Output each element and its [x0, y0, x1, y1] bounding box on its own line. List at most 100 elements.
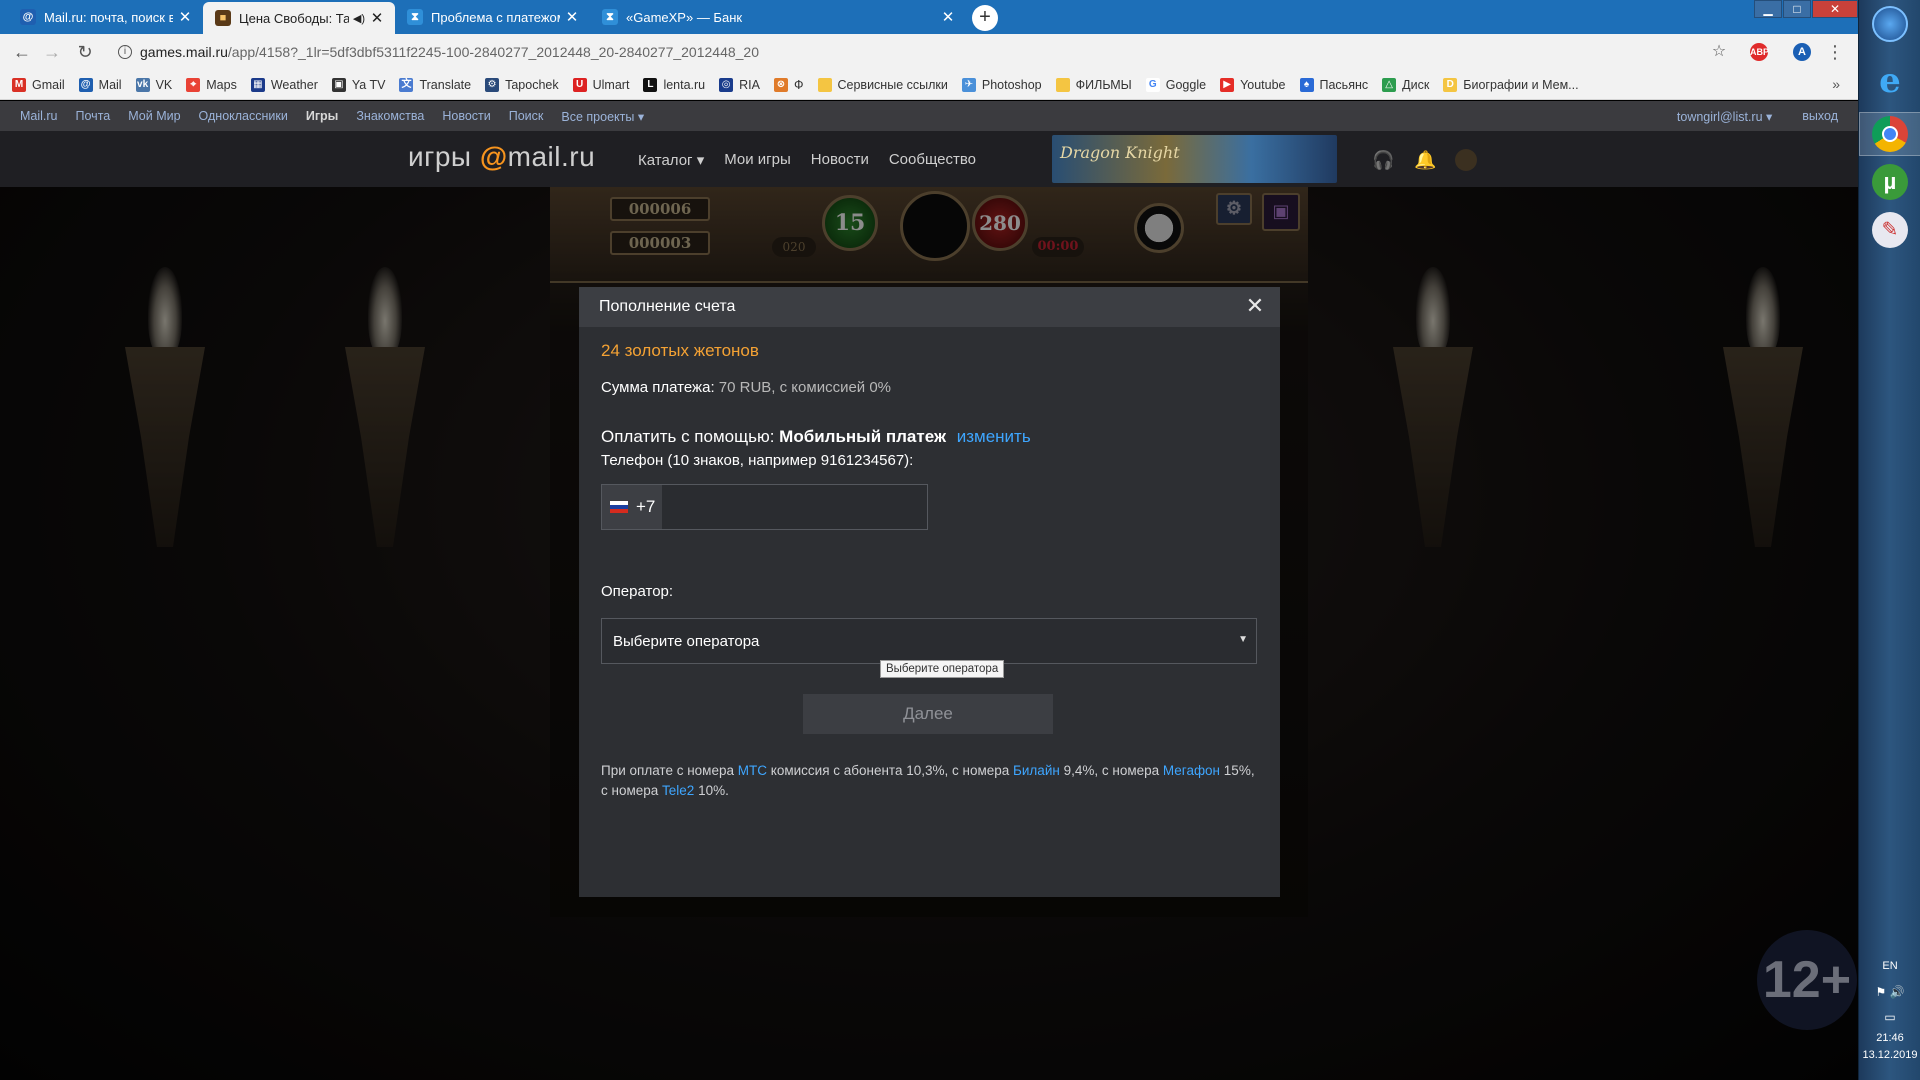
- url-field[interactable]: i games.mail.ru/app/4158?_1lr=5df3dbf531…: [110, 39, 1720, 65]
- bookmark-item[interactable]: vk VK: [135, 77, 172, 92]
- bookmark-item[interactable]: G Goggle: [1145, 77, 1206, 92]
- bookmark-item[interactable]: M Gmail: [12, 77, 65, 92]
- bookmark-item[interactable]: ◎ RIA: [719, 77, 760, 92]
- hourglass-icon: ⧗: [602, 9, 618, 25]
- tray-icons[interactable]: ⚑ 🔊: [1859, 985, 1920, 999]
- profile-avatar[interactable]: A: [1793, 43, 1811, 61]
- portal-link-news[interactable]: Новости: [442, 109, 490, 123]
- phone-field[interactable]: +7: [601, 484, 928, 530]
- user-avatar[interactable]: [1455, 149, 1477, 171]
- bookmark-favicon-icon: ✈: [961, 77, 976, 92]
- bookmark-favicon-icon: D: [1443, 77, 1458, 92]
- speaker-icon[interactable]: ◀): [353, 12, 365, 25]
- utorrent-icon[interactable]: µ: [1872, 164, 1908, 200]
- bookmark-favicon-icon: ▦: [250, 77, 265, 92]
- commission-note: При оплате с номера МТС комиссия с абоне…: [601, 761, 1261, 801]
- bookmark-star-icon[interactable]: ☆: [1707, 40, 1731, 64]
- portal-link-myworld[interactable]: Мой Мир: [128, 109, 180, 123]
- clock-time[interactable]: 21:46: [1859, 1032, 1920, 1044]
- bookmark-item[interactable]: ⌖ Maps: [186, 77, 237, 92]
- portal-link-dating[interactable]: Знакомства: [356, 109, 424, 123]
- paint-app-icon[interactable]: ✎: [1872, 212, 1908, 248]
- bookmark-item[interactable]: ✈ Photoshop: [961, 77, 1042, 92]
- nav-community[interactable]: Сообщество: [889, 151, 976, 169]
- note-text: При оплате с номера: [601, 763, 734, 778]
- bookmark-item[interactable]: ⊗ Ф: [773, 77, 804, 92]
- internet-explorer-icon[interactable]: e: [1872, 63, 1908, 99]
- game-cube-icon: ■: [215, 10, 231, 26]
- logout-link[interactable]: выход: [1802, 109, 1838, 124]
- site-info-icon[interactable]: i: [118, 45, 132, 59]
- back-arrow-icon[interactable]: ←: [10, 40, 34, 64]
- tab-game[interactable]: ■ Цена Свободы: Тайна Куклы ◀) ✕: [203, 2, 395, 34]
- menu-kebab-icon[interactable]: ⋮: [1823, 40, 1847, 64]
- bookmark-item[interactable]: ▦ Weather: [250, 77, 318, 92]
- phone-input[interactable]: [662, 485, 927, 529]
- close-window-icon[interactable]: ✕: [1812, 0, 1858, 18]
- bookmark-label: Weather: [270, 77, 318, 92]
- reload-icon[interactable]: ↻: [73, 40, 97, 64]
- maximize-icon[interactable]: □: [1783, 0, 1811, 18]
- close-tab-icon[interactable]: ✕: [177, 8, 193, 26]
- bookmark-item[interactable]: ▶ Youtube: [1220, 77, 1286, 92]
- portal-link-all-projects[interactable]: Все проекты ▾: [561, 109, 644, 124]
- bookmark-item[interactable]: ⚙ Tapochek: [485, 77, 559, 92]
- portal-link-search[interactable]: Поиск: [509, 109, 544, 123]
- user-account-menu[interactable]: towngirl@list.ru ▾: [1677, 109, 1772, 124]
- bookmark-item[interactable]: 文 Translate: [399, 77, 471, 92]
- adblock-plus-icon[interactable]: ABP: [1750, 43, 1769, 61]
- bookmark-item[interactable]: Сервисные ссылки: [817, 77, 948, 92]
- tab-gamexp-bank[interactable]: ⧗ «GameXP» — Банк ✕: [590, 0, 966, 34]
- games-mailru-logo[interactable]: игры @mail.ru: [408, 141, 595, 173]
- country-code[interactable]: +7: [602, 485, 662, 529]
- nav-news[interactable]: Новости: [811, 151, 869, 169]
- megafon-link[interactable]: Мегафон: [1163, 763, 1220, 778]
- close-tab-icon[interactable]: ✕: [369, 9, 385, 27]
- portal-link-mailru[interactable]: Mail.ru: [20, 109, 58, 123]
- operator-select[interactable]: Выберите оператора ▼: [601, 618, 1257, 664]
- bookmark-item[interactable]: ♠ Пасьянс: [1299, 77, 1368, 92]
- address-bar-row: ← → ↻ i games.mail.ru/app/4158?_1lr=5df3…: [0, 34, 1858, 70]
- change-method-link[interactable]: изменить: [957, 427, 1031, 446]
- tab-mailru[interactable]: @ Mail.ru: почта, поиск в интернете ✕: [8, 0, 203, 34]
- portal-link-mail[interactable]: Почта: [76, 109, 111, 123]
- sum-label: Сумма платежа:: [601, 379, 715, 396]
- notification-bell-icon[interactable]: 🔔: [1414, 149, 1436, 171]
- bookmark-item[interactable]: Llenta.ru: [643, 77, 705, 92]
- next-button[interactable]: Далее: [803, 694, 1053, 734]
- tab-payment-problem[interactable]: ⧗ Проблема с платежом через мобильный ✕: [395, 0, 590, 34]
- bookmark-favicon-icon: ⌖: [186, 77, 201, 92]
- nav-my-games[interactable]: Мои игры: [724, 151, 791, 169]
- games-header: игры @mail.ru Каталог ▾ Мои игры Новости…: [0, 131, 1858, 187]
- portal-user-area: towngirl@list.ru ▾ выход: [1647, 109, 1838, 124]
- bookmark-label: Ya TV: [351, 77, 386, 92]
- portal-link-ok[interactable]: Одноклассники: [199, 109, 288, 123]
- bookmark-item[interactable]: △ Диск: [1382, 77, 1429, 92]
- bookmarks-overflow-icon[interactable]: »: [1832, 76, 1840, 92]
- beeline-link[interactable]: Билайн: [1013, 763, 1060, 778]
- language-indicator[interactable]: EN: [1859, 960, 1920, 972]
- mts-link[interactable]: МТС: [738, 763, 767, 778]
- close-tab-icon[interactable]: ✕: [564, 8, 580, 26]
- chrome-icon[interactable]: [1872, 116, 1908, 152]
- dragon-knight-banner[interactable]: Dragon Knight: [1052, 135, 1337, 183]
- portal-link-games[interactable]: Игры: [306, 109, 339, 123]
- close-tab-icon[interactable]: ✕: [940, 8, 956, 26]
- bookmark-item[interactable]: ФИЛЬМЫ: [1055, 77, 1132, 92]
- start-button-icon[interactable]: [1872, 6, 1908, 42]
- forward-arrow-icon[interactable]: →: [40, 40, 64, 64]
- bookmark-item[interactable]: ▣ Ya TV: [331, 77, 386, 92]
- nav-catalog[interactable]: Каталог ▾: [638, 151, 704, 169]
- new-tab-button[interactable]: +: [972, 5, 998, 31]
- dialog-title: Пополнение счета: [599, 298, 736, 315]
- bookmark-item[interactable]: U Ulmart: [572, 77, 629, 92]
- headset-support-icon[interactable]: 🎧: [1372, 149, 1394, 171]
- clock-date[interactable]: 13.12.2019: [1859, 1049, 1920, 1061]
- tele2-link[interactable]: Tele2: [662, 783, 694, 798]
- close-icon[interactable]: ✕: [1244, 295, 1266, 317]
- dialog-header: Пополнение счета ✕: [579, 287, 1280, 327]
- network-icon[interactable]: ▭: [1859, 1010, 1920, 1024]
- minimize-icon[interactable]: ▁: [1754, 0, 1782, 18]
- bookmark-item[interactable]: D Биографии и Мем...: [1443, 77, 1579, 92]
- bookmark-item[interactable]: @ Mail: [78, 77, 122, 92]
